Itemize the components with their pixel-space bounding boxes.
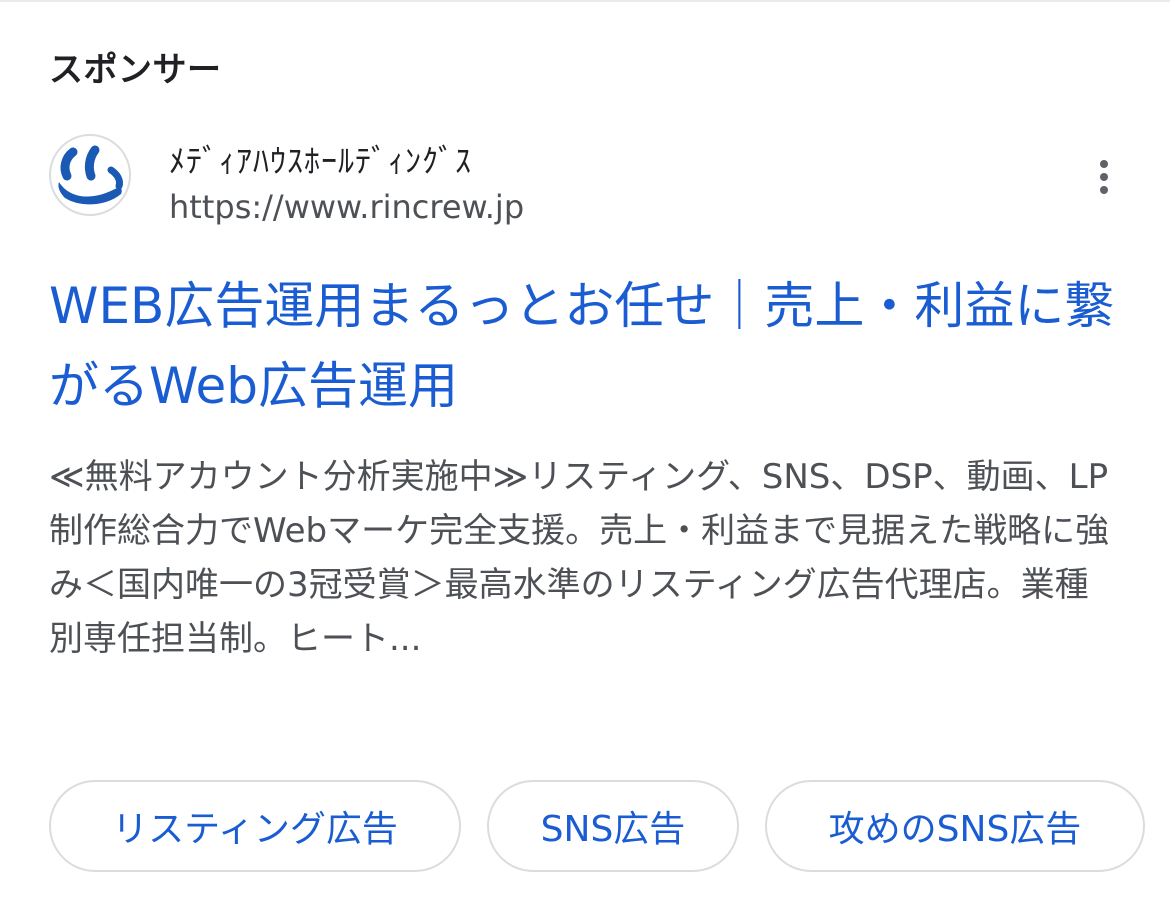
advertiser-name[interactable]: ﾒﾃﾞｨｱﾊｳｽﾎｰﾙﾃﾞｨﾝｸﾞｽ: [169, 136, 472, 182]
more-vert-icon-dot-3: [1100, 186, 1108, 194]
more-options-button[interactable]: [1086, 152, 1122, 202]
top-divider: [0, 0, 1170, 2]
ad-title-link[interactable]: WEB広告運用まるっとお任せ｜売上・利益に繋がるWeb広告運用: [49, 266, 1139, 426]
advertiser-url[interactable]: https://www.rincrew.jp: [169, 188, 524, 226]
sponsored-label: スポンサー: [49, 50, 222, 90]
smile-logo-icon: [49, 134, 131, 216]
sitelink-chip-aggressive-sns-ads[interactable]: 攻めのSNS広告: [765, 780, 1145, 872]
sitelink-chips: リスティング広告 SNS広告 攻めのSNS広告: [49, 780, 1170, 876]
sitelink-chip-listing-ads[interactable]: リスティング広告: [49, 780, 461, 872]
sitelink-chip-sns-ads[interactable]: SNS広告: [487, 780, 739, 872]
ad-description: ≪無料アカウント分析実施中≫リスティング、SNS、DSP、動画、LP制作総合力で…: [49, 457, 1110, 659]
advertiser-header[interactable]: ﾒﾃﾞｨｱﾊｳｽﾎｰﾙﾃﾞｨﾝｸﾞｽ https://www.rincrew.j…: [49, 132, 1129, 232]
more-vert-icon: [1100, 160, 1108, 168]
more-vert-icon-dot-2: [1100, 173, 1108, 181]
